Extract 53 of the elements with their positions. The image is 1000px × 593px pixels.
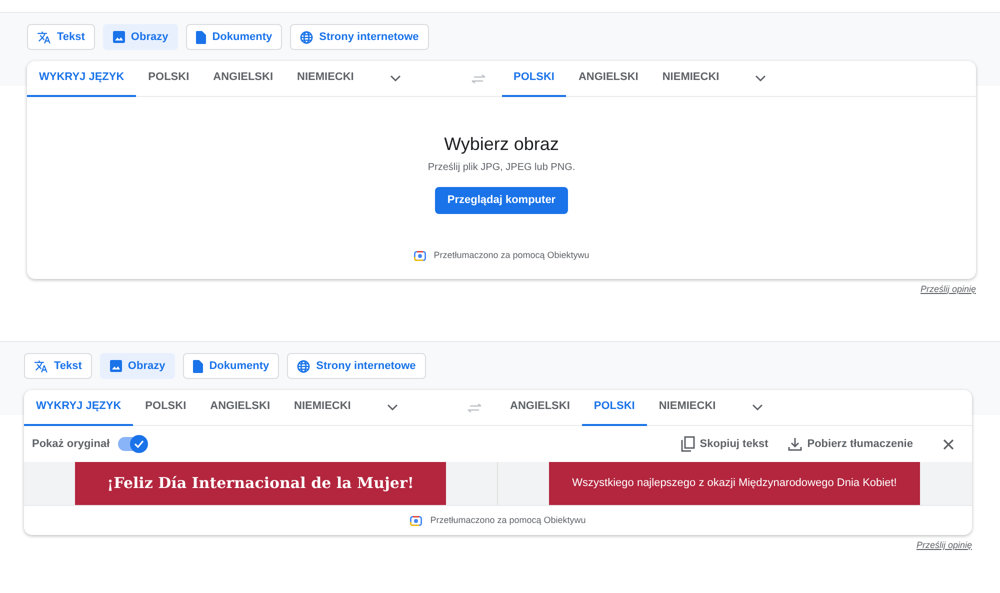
mode-tab[interactable]: Dokumenty [183,353,280,379]
download-icon [788,437,802,451]
language-tab[interactable]: POLSKI [136,60,202,96]
language-tab[interactable]: WYKRYJ JĘZYK [24,390,134,426]
lens-icon [410,515,422,526]
credit-text: Przetłumaczono za pomocą Obiektywu [434,249,590,262]
language-tab[interactable]: ANGIELSKI [198,390,282,426]
language-tab[interactable]: ANGIELSKI [566,60,650,96]
language-tab[interactable]: ANGIELSKI [201,60,286,96]
language-tab[interactable]: ANGIELSKI [498,390,582,426]
credit-text: Przetłumaczono za pomocą Obiektywu [430,514,586,527]
copy-icon [680,436,695,452]
toggle-switch[interactable] [118,437,146,451]
chevron-down-icon[interactable] [390,75,401,82]
image-icon [110,360,122,372]
toggle-label: Pokaż oryginał [32,436,110,452]
browse-button[interactable]: Przeglądaj komputer [435,187,568,214]
image-icon [112,31,125,43]
chevron-down-icon[interactable] [386,404,398,411]
document-icon [196,30,206,44]
language-tab[interactable]: NIEMIECKI [282,390,363,426]
language-tab[interactable]: POLSKI [502,60,566,96]
mode-tab[interactable]: Strony internetowe [287,353,426,379]
mode-tab[interactable]: Dokumenty [186,24,282,50]
close-icon[interactable] [943,438,954,450]
language-tab[interactable]: WYKRYJ JĘZYK [27,60,136,96]
feedback-link[interactable]: Prześlij opinię [916,539,972,552]
translate-icon [34,360,48,372]
globe-icon [300,30,314,44]
globe-icon [297,360,310,372]
original-image-text: ¡Feliz Día Internacional de la Mujer! [75,462,446,505]
document-icon [193,360,204,372]
mode-tab[interactable]: Obrazy [100,353,176,379]
chevron-down-icon[interactable] [755,75,766,82]
language-tab[interactable]: NIEMIECKI [646,390,728,426]
mode-tab[interactable]: Tekst [27,24,95,50]
lens-icon [414,250,426,262]
upload-hint: Prześlij plik JPG, JPEG lub PNG. [428,161,576,175]
mode-tab[interactable]: Strony internetowe [290,24,429,50]
upload-title: Wybierz obraz [444,133,559,155]
check-icon [134,440,144,448]
language-tab[interactable]: POLSKI [582,390,647,426]
language-tab[interactable]: NIEMIECKI [285,60,366,96]
translate-icon [37,30,51,44]
mode-tab[interactable]: Obrazy [102,24,178,50]
mode-tab[interactable]: Tekst [24,353,92,379]
translated-image-text: Wszystkiego najlepszego z okazji Międzynarodowego Dnia Kobiet! [549,462,920,505]
chevron-down-icon[interactable] [752,404,763,411]
action-button[interactable]: Pobierz tłumaczenie [788,436,913,452]
action-button[interactable]: Skopiuj tekst [680,436,768,452]
language-tab[interactable]: NIEMIECKI [650,60,732,96]
language-tab[interactable]: POLSKI [133,390,198,426]
feedback-link[interactable]: Prześlij opinię [920,282,976,296]
